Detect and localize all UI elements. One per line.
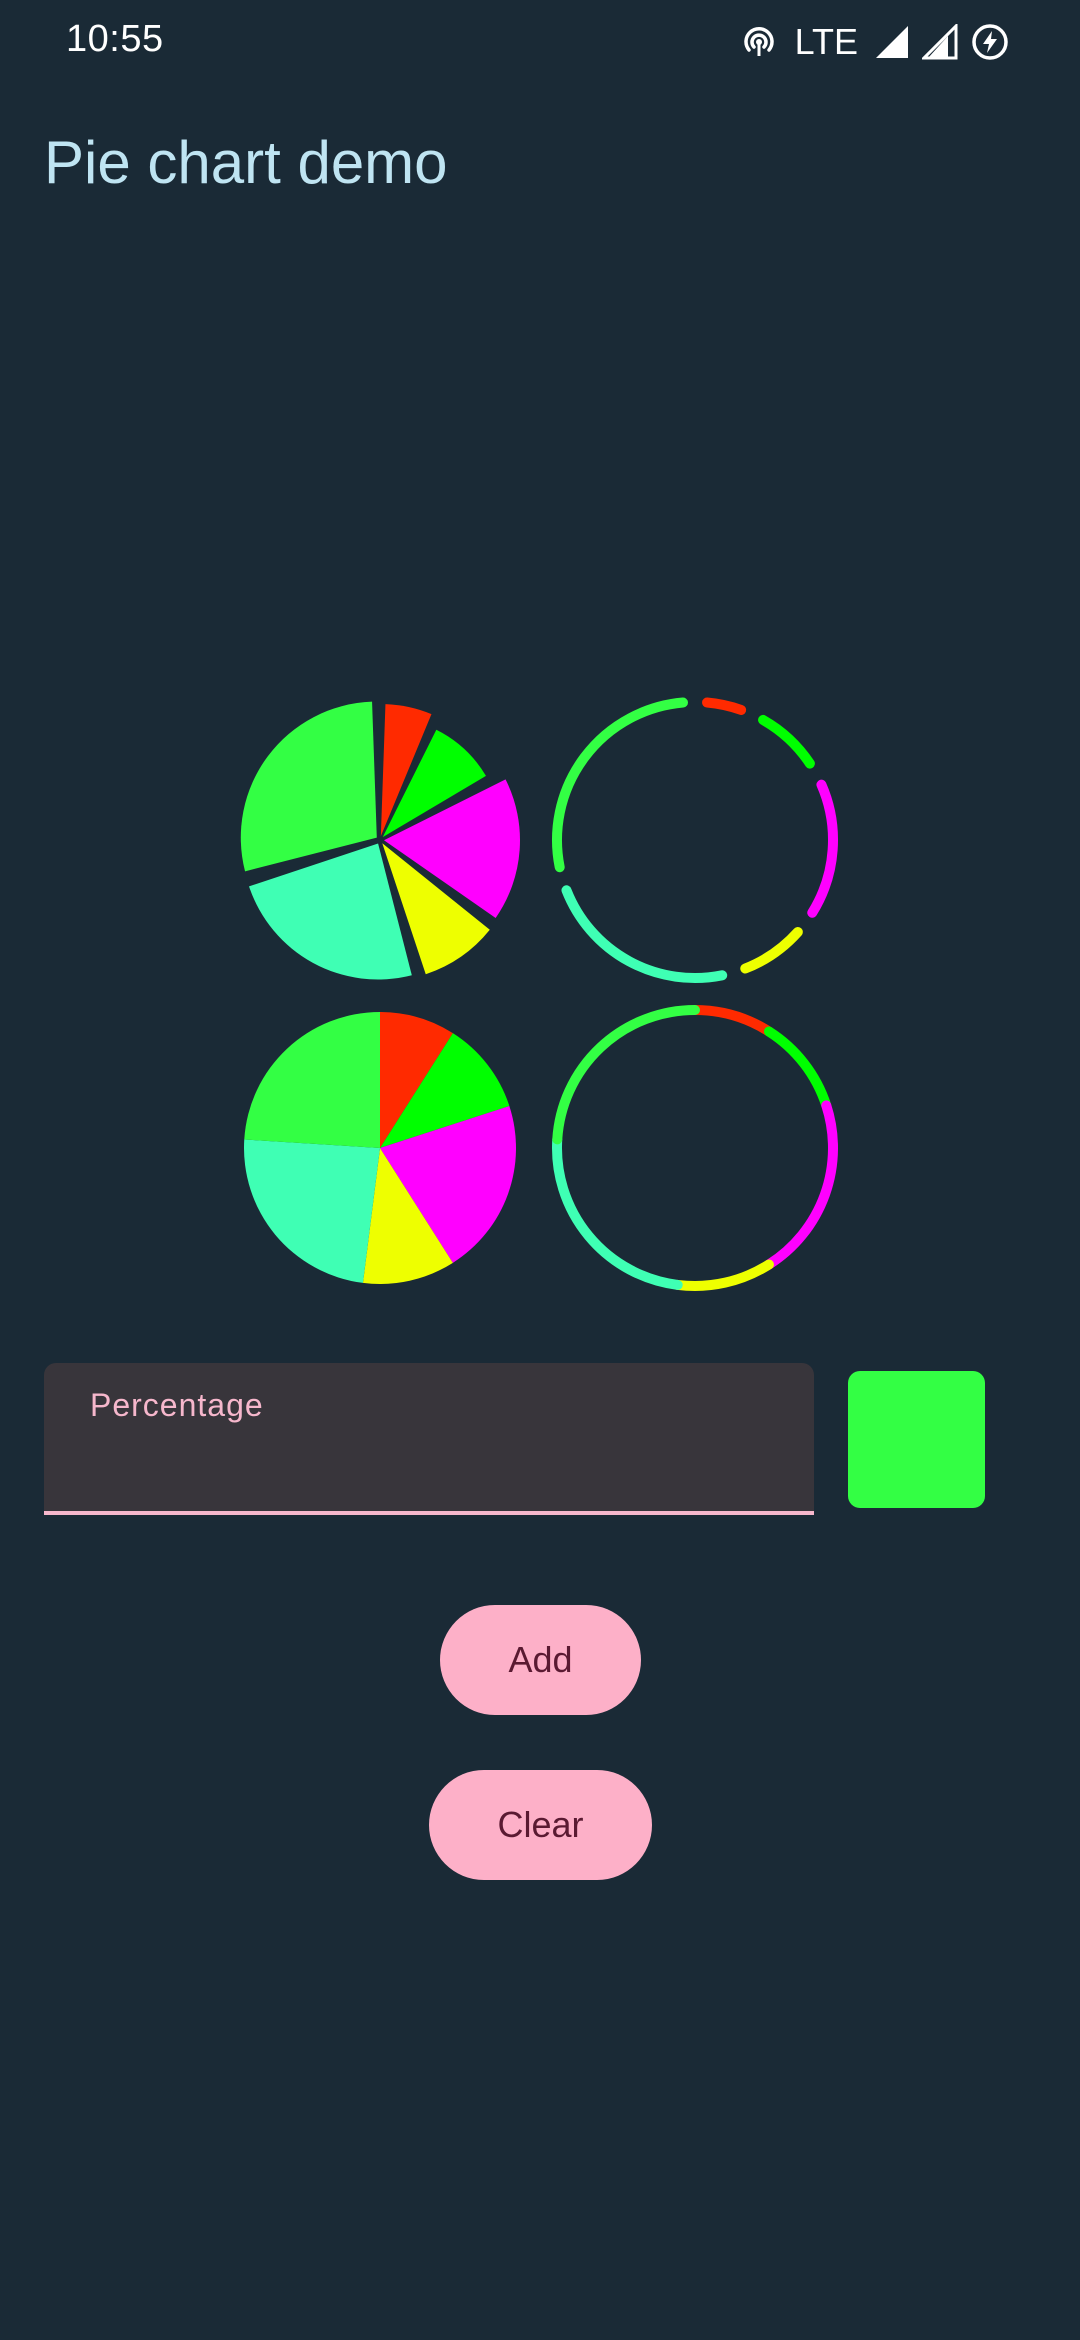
chart-slice <box>763 1100 838 1270</box>
percentage-field[interactable]: Percentage <box>44 1363 814 1515</box>
charts-area <box>0 0 1080 1320</box>
chart-slice <box>807 779 838 918</box>
percentage-input[interactable] <box>90 1437 774 1495</box>
chart-slice <box>690 1005 774 1037</box>
gapped-ring-chart <box>552 697 838 983</box>
chart-slice <box>244 1012 380 1148</box>
pie-chart <box>244 1012 516 1284</box>
chart-slice <box>552 1005 700 1145</box>
chart-slice <box>758 714 815 769</box>
input-underline <box>44 1511 814 1515</box>
clear-button[interactable]: Clear <box>429 1770 652 1880</box>
add-button[interactable]: Add <box>440 1605 641 1715</box>
chart-slice <box>240 701 377 872</box>
chart-slice <box>702 697 747 715</box>
chart-slice <box>672 1259 774 1291</box>
exploded-pie-chart <box>240 701 520 980</box>
color-picker-swatch[interactable] <box>848 1371 985 1508</box>
percentage-label: Percentage <box>90 1387 264 1423</box>
ring-chart <box>552 1005 838 1291</box>
chart-slice <box>740 927 803 974</box>
chart-slice <box>244 1139 380 1283</box>
chart-slice <box>561 885 728 983</box>
chart-slice <box>552 697 688 873</box>
chart-slice <box>763 1026 832 1111</box>
chart-slice <box>552 1134 683 1290</box>
